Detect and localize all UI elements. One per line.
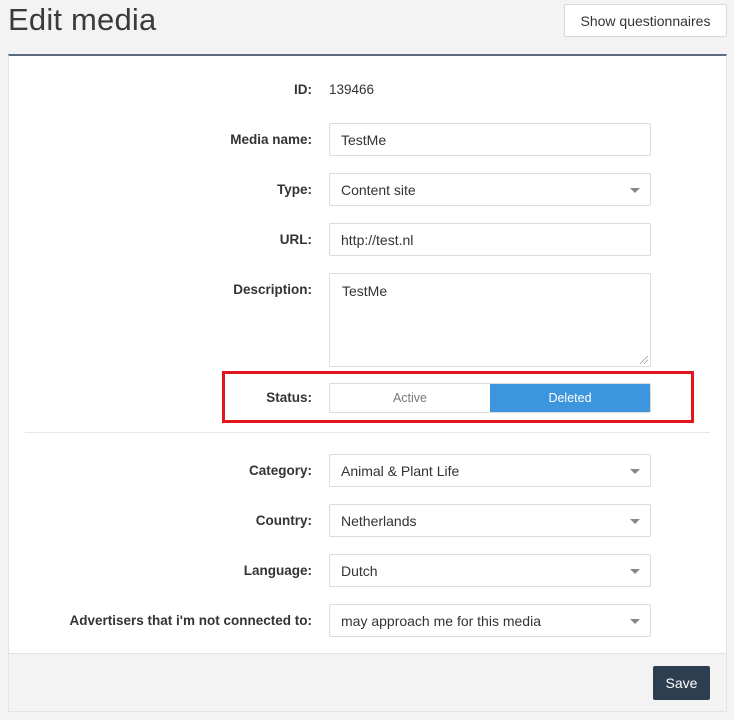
description-textarea[interactable]: TestMe [329,273,651,367]
status-option-deleted[interactable]: Deleted [490,384,650,412]
country-label: Country: [255,513,312,528]
media-name-label: Media name: [230,132,312,147]
resize-grip-icon[interactable] [640,356,648,364]
country-select[interactable]: Netherlands [329,504,651,537]
language-select[interactable]: Dutch [329,554,651,587]
url-input[interactable]: http://test.nl [329,223,651,256]
page-title: Edit media [8,2,157,37]
status-label: Status: [266,390,312,405]
type-label: Type: [276,182,312,197]
status-option-active[interactable]: Active [330,384,490,412]
description-label: Description: [233,282,312,297]
description-text: TestMe [342,283,388,299]
media-name-input[interactable]: TestMe [329,123,651,156]
section-divider [25,432,710,433]
show-questionnaires-button[interactable]: Show questionnaires [564,4,727,37]
form-footer: Save [9,653,726,711]
category-label: Category: [248,463,312,478]
save-button[interactable]: Save [653,666,710,700]
edit-media-card: ID: 139466 Media name: TestMe Type: Cont… [8,54,727,712]
url-label: URL: [279,232,312,247]
advertisers-select[interactable]: may approach me for this media [329,604,651,637]
id-label: ID: [294,82,312,97]
type-select[interactable]: Content site [329,173,651,206]
category-select[interactable]: Animal & Plant Life [329,454,651,487]
language-label: Language: [243,563,312,578]
advertisers-label: Advertisers that i'm not connected to: [69,613,313,628]
id-value: 139466 [329,82,375,97]
status-toggle[interactable]: Active Deleted [329,383,651,413]
